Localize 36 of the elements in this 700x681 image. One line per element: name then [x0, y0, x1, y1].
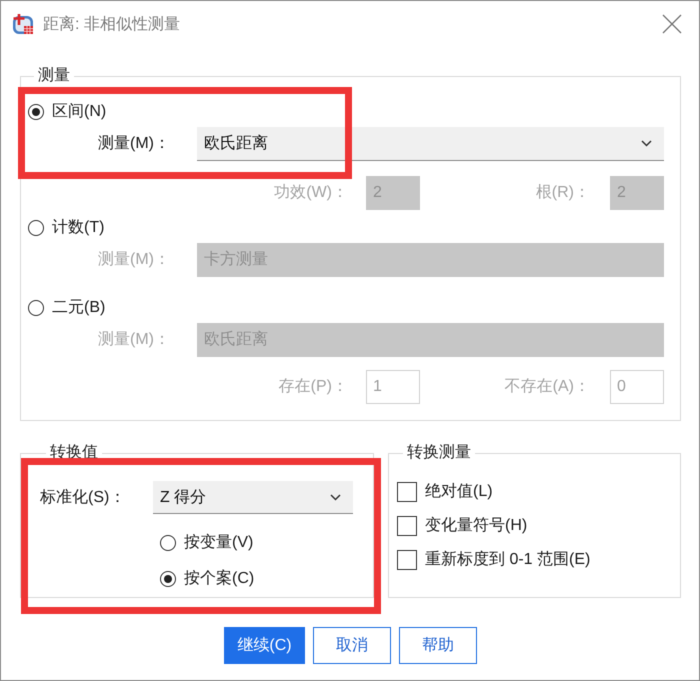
checkbox[interactable]	[397, 516, 417, 536]
radio-circle[interactable]	[28, 104, 44, 120]
dropdown[interactable]: Z 得分	[153, 481, 353, 514]
checkbox-option[interactable]: 重新标度到 0-1 范围(E)	[397, 547, 590, 573]
checkbox[interactable]	[397, 482, 417, 502]
field-label: 测量(M)：	[98, 134, 171, 154]
radio-circle[interactable]	[160, 535, 176, 551]
dialog-button[interactable]: 帮助	[399, 627, 477, 664]
field-label: 存在(P)：	[278, 377, 348, 397]
field-label: 功效(W)：	[274, 183, 348, 203]
app-icon	[12, 13, 34, 35]
checkbox[interactable]	[397, 550, 417, 570]
field-label: 标准化(S)：	[40, 488, 126, 508]
dropdown[interactable]: 欧氏距离	[197, 127, 664, 161]
radio-circle[interactable]	[160, 571, 176, 587]
group-title: 测量	[37, 66, 71, 86]
field-label: 不存在(A)：	[504, 377, 590, 397]
field-label: 测量(M)：	[98, 330, 171, 350]
radio-circle[interactable]	[28, 220, 44, 236]
primary-button[interactable]: 继续(C)	[224, 627, 305, 664]
dialog-button[interactable]: 取消	[313, 627, 391, 664]
checkbox-option[interactable]: 绝对值(L)	[397, 479, 493, 505]
chevron-down-icon	[330, 494, 341, 500]
radio-option[interactable]: 区间(N)	[28, 99, 106, 125]
radio-option[interactable]: 计数(T)	[28, 215, 104, 241]
radio-option[interactable]: 按个案(C)	[160, 566, 254, 592]
radio-option[interactable]: 按变量(V)	[160, 530, 254, 556]
field-label: 根(R)：	[534, 183, 590, 203]
close-icon[interactable]	[662, 14, 682, 34]
radio-circle[interactable]	[28, 300, 44, 316]
checkbox-option[interactable]: 变化量符号(H)	[397, 513, 528, 539]
group-title: 转换测量	[406, 443, 472, 463]
field-label: 测量(M)：	[98, 250, 171, 270]
window-title: 距离: 非相似性测量	[43, 14, 180, 34]
chevron-down-icon	[641, 140, 652, 147]
radio-option[interactable]: 二元(B)	[28, 295, 106, 321]
